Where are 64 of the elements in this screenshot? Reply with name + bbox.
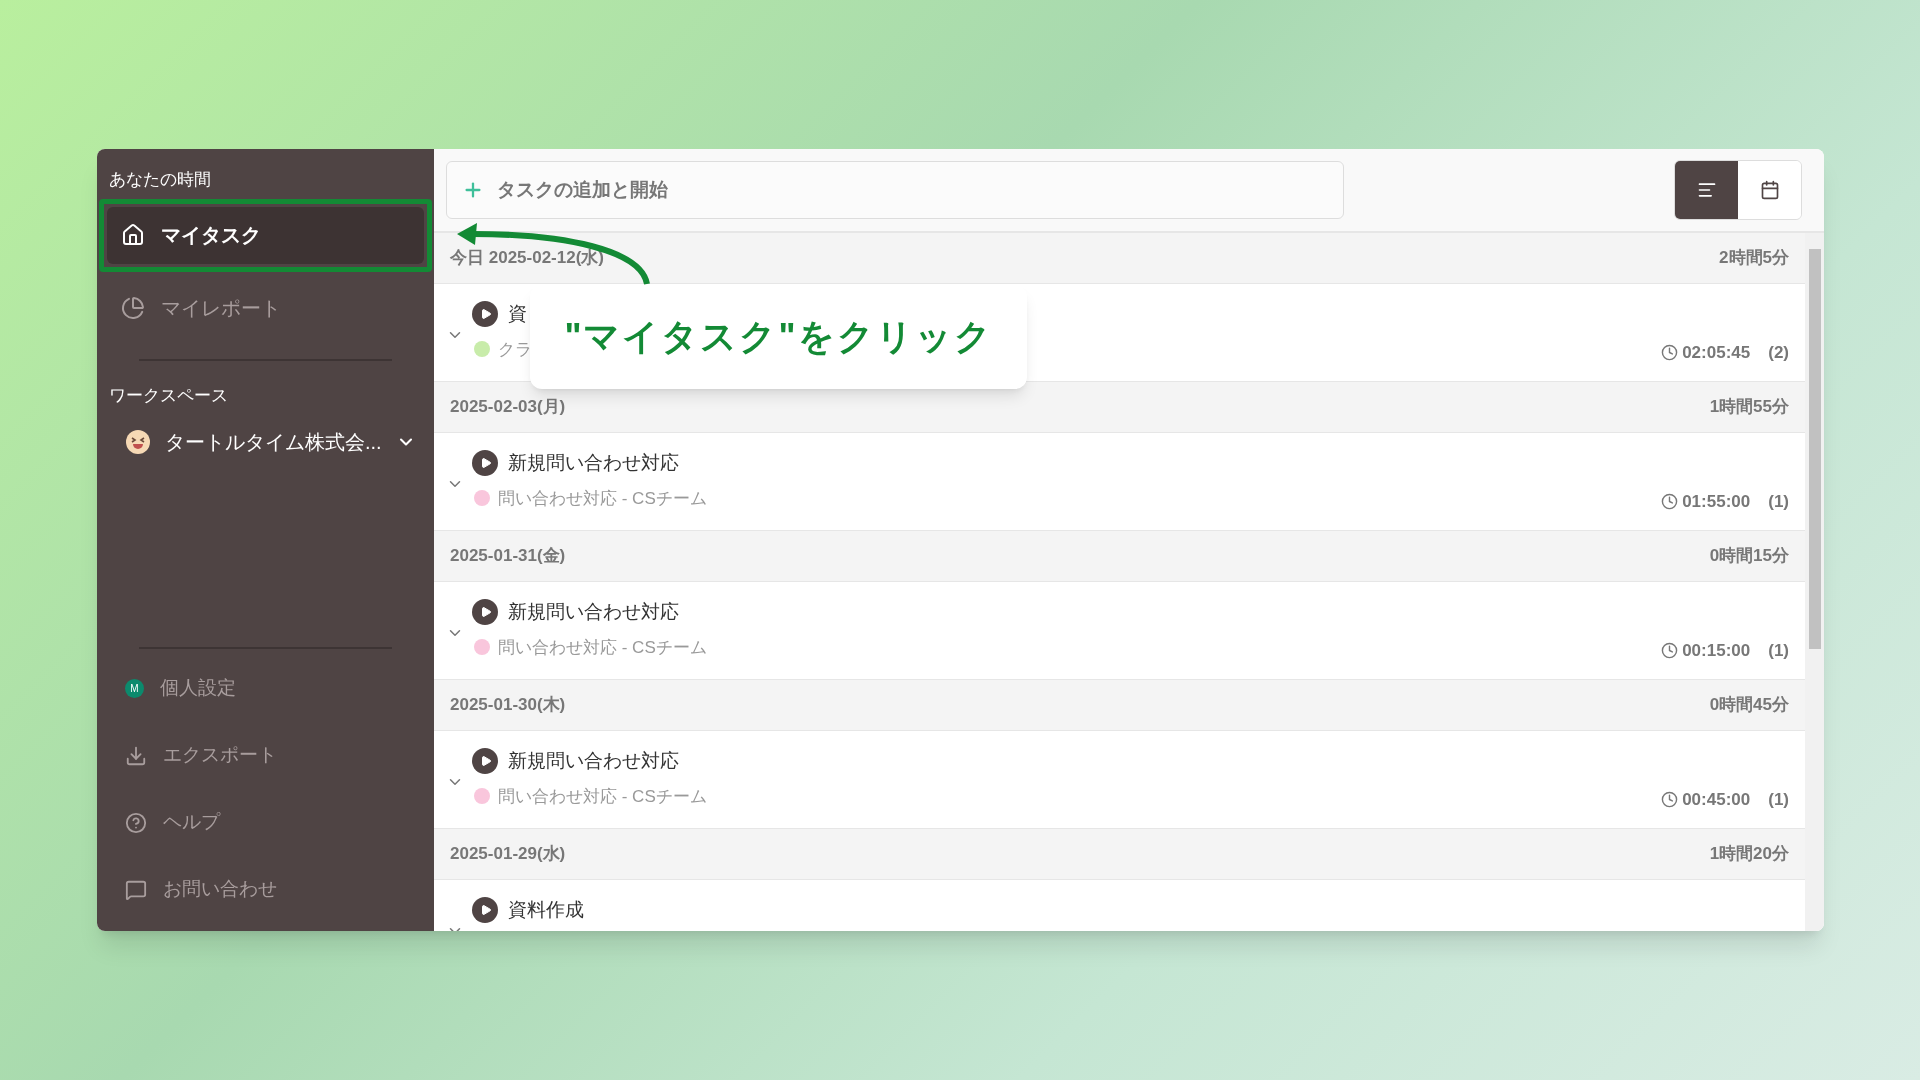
play-icon <box>480 606 492 619</box>
download-icon <box>125 744 147 767</box>
section-label: ワークスペース <box>108 384 228 407</box>
date-label: 2025-01-31(金) <box>450 545 566 568</box>
project-name: クラ <box>498 338 532 361</box>
task-duration: 00:45:00 <box>1682 789 1751 811</box>
project-name: 問い合わせ対応 - CSチーム <box>498 636 707 659</box>
play-icon <box>480 308 492 321</box>
entry-count: (2) <box>1768 342 1789 364</box>
project-name: 問い合わせ対応 - CSチーム <box>498 785 707 808</box>
sidebar-item[interactable]: ヘルプ <box>97 799 220 846</box>
sidebar-item[interactable]: お問い合わせ <box>97 866 277 913</box>
task-name: 資料作成 <box>508 898 584 922</box>
task-name: 資 <box>508 302 527 326</box>
add-task-field[interactable]: タスクの追加と開始 <box>446 161 1344 219</box>
sidebar-item[interactable]: M 個人設定 <box>97 665 236 712</box>
clock-icon <box>1661 344 1679 362</box>
sidebar-item[interactable]: エクスポート <box>97 732 277 779</box>
calendar-view-button[interactable] <box>1738 161 1801 219</box>
scrollbar[interactable] <box>1805 233 1824 931</box>
date-label: 2025-02-03(月) <box>450 396 566 419</box>
task-name: 新規問い合わせ対応 <box>508 749 679 773</box>
play-icon <box>480 457 492 470</box>
clock-icon <box>1661 642 1679 660</box>
entry-count: (1) <box>1768 789 1789 811</box>
play-button[interactable] <box>472 897 498 924</box>
help-icon <box>125 811 147 834</box>
workspace-dropdown[interactable]: タートルタイム株式会... <box>97 422 416 462</box>
project-name: 問い合わせ対応 - CSチーム <box>498 487 707 510</box>
section-label: あなたの時間 <box>108 169 211 191</box>
day-total: 1時間20分 <box>1709 843 1789 866</box>
day-total: 0時間45分 <box>1709 694 1789 717</box>
play-button[interactable] <box>472 748 498 775</box>
task-duration: 02:05:45 <box>1682 342 1751 364</box>
day-total: 0時間15分 <box>1709 545 1789 568</box>
calendar-icon <box>1759 180 1780 200</box>
play-button[interactable] <box>472 599 498 626</box>
home-icon <box>121 223 145 247</box>
entry-count: (1) <box>1768 640 1789 662</box>
nav-item[interactable]: マイタスク <box>107 206 424 264</box>
pie-chart-icon <box>121 296 145 320</box>
play-icon <box>480 755 492 768</box>
callout-text: "マイタスク"をクリック <box>564 315 993 359</box>
task-duration: 01:55:00 <box>1682 491 1751 513</box>
play-button[interactable] <box>472 301 498 328</box>
chat-icon <box>125 878 147 901</box>
date-label: 今日 2025-02-12(水) <box>450 247 604 270</box>
clock-icon <box>1661 791 1679 809</box>
day-total: 1時間55分 <box>1709 396 1789 419</box>
date-label: 2025-01-30(木) <box>450 694 566 717</box>
entry-count: (1) <box>1768 491 1789 513</box>
list-icon <box>1696 180 1717 200</box>
day-total: 2時間5分 <box>1719 247 1789 270</box>
task-duration: 00:15:00 <box>1682 640 1751 662</box>
play-button[interactable] <box>472 450 498 477</box>
laughing-face-icon <box>125 429 151 455</box>
list-view-button[interactable] <box>1675 161 1738 219</box>
avatar: M <box>125 679 144 698</box>
task-name: 新規問い合わせ対応 <box>508 451 679 475</box>
task-name: 新規問い合わせ対応 <box>508 600 679 624</box>
clock-icon <box>1661 493 1679 511</box>
play-icon <box>480 904 492 917</box>
nav-item[interactable]: マイレポート <box>107 279 424 337</box>
date-label: 2025-01-29(水) <box>450 843 566 866</box>
